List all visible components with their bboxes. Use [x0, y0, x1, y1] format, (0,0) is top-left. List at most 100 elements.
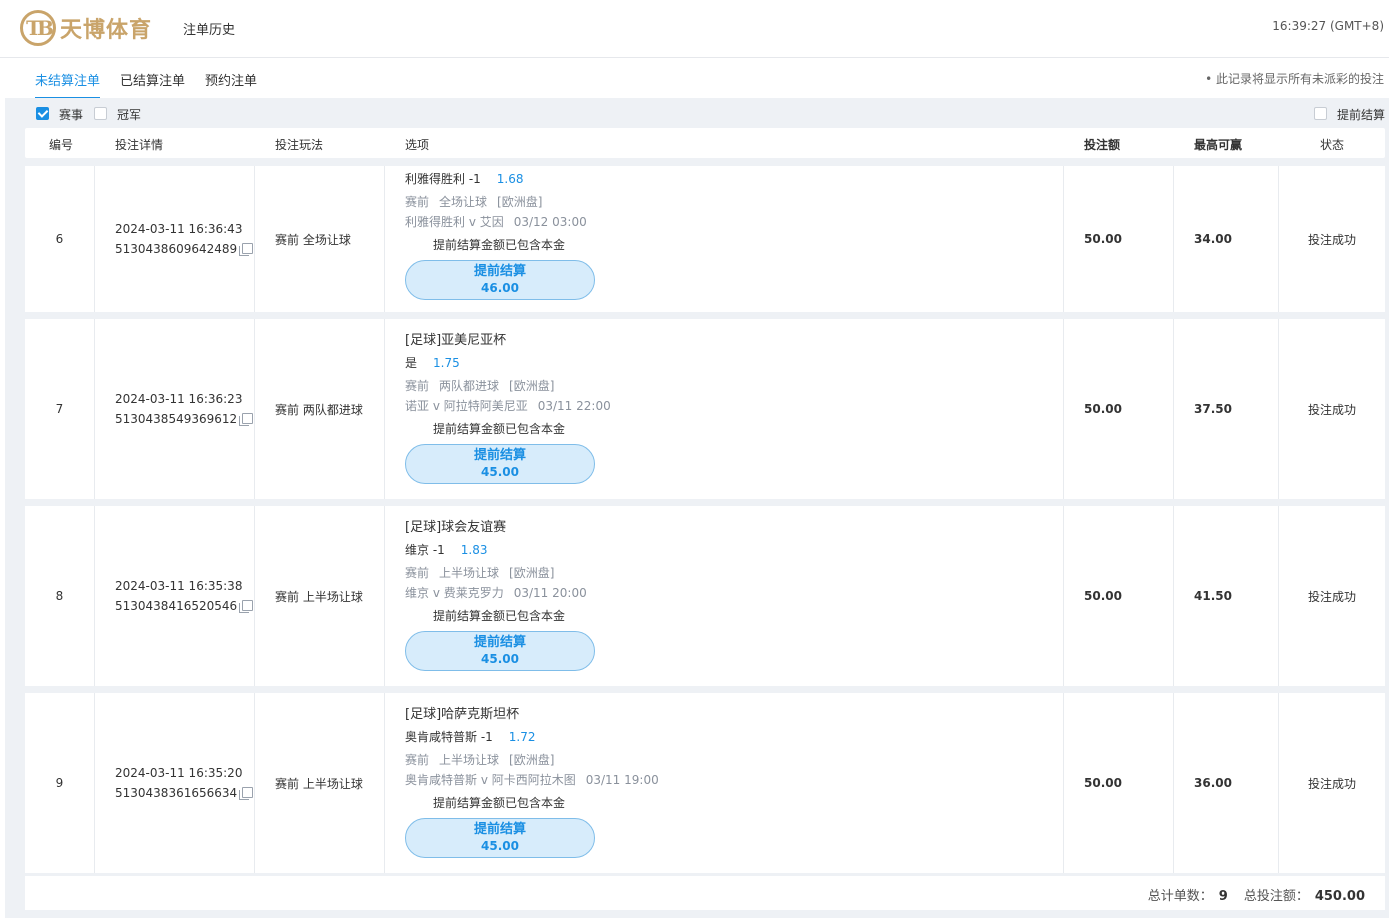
- bet-id: 6: [25, 166, 95, 312]
- col-status: 状态: [1320, 138, 1345, 152]
- bet-time: 2024-03-11 16:36:43: [115, 222, 243, 236]
- col-id: 编号: [49, 138, 74, 152]
- bet-time: 2024-03-11 16:35:38: [115, 579, 243, 593]
- bet-row: 9 2024-03-11 16:35:20 5130438361656634 赛…: [25, 693, 1385, 873]
- match-line: 奥肯咸特普斯 v 阿卡西阿拉木图 03/11 19:00: [405, 770, 1063, 790]
- bet-stake: 50.00: [1064, 166, 1174, 312]
- tab-unsettled[interactable]: 未结算注单: [35, 70, 101, 99]
- cashout-button[interactable]: 提前结算 46.00: [405, 260, 595, 300]
- brand-logo[interactable]: TB 天博体育: [20, 8, 152, 48]
- match-line: 维京 v 费莱克罗力 03/11 20:00: [405, 583, 1063, 603]
- match-line: 诺亚 v 阿拉特阿美尼亚 03/11 22:00: [405, 396, 1063, 416]
- nav-bet-history[interactable]: 注单历史: [183, 19, 235, 38]
- cashout-label: 提前结算: [473, 822, 526, 837]
- outright-checkbox[interactable]: [94, 107, 107, 120]
- league: [足球]亚美尼亚杯: [405, 333, 507, 348]
- match: 诺亚 v 阿拉特阿美尼亚: [405, 399, 528, 413]
- bet-stake: 50.00: [1064, 506, 1174, 686]
- bet-selection-cell: [足球]球会友谊赛 维京 -1 1.83 赛前 上半场让球 [欧洲盘] 维京 v 费莱…: [385, 506, 1064, 686]
- bet-ref: 5130438361656634: [115, 786, 238, 800]
- match: 维京 v 费莱克罗力: [405, 586, 504, 600]
- market-line: 赛前 上半场让球 [欧洲盘]: [405, 750, 1063, 770]
- bet-ref-line: 5130438549369612: [115, 409, 254, 429]
- bet-selection-cell: [足球]亚美尼亚杯 是 1.75 赛前 两队都进球 [欧洲盘] 诺亚 v 阿拉特阿美尼…: [385, 319, 1064, 499]
- bet-ref-line: 5130438609642489: [115, 239, 254, 259]
- summary-footer: 总计单数： 9 总投注额： 450.00: [25, 876, 1385, 910]
- tabs-note: • 此记录将显示所有未派彩的投注: [1205, 72, 1384, 86]
- early-cashout-label: 提前结算: [1337, 108, 1386, 122]
- odds-format: [欧洲盘]: [509, 753, 555, 767]
- bet-ref-line: 5130438361656634: [115, 783, 254, 803]
- bet-ref: 5130438609642489: [115, 242, 238, 256]
- bet-ref: 5130438549369612: [115, 412, 238, 426]
- table-header: 编号 投注详情 投注玩法 选项 投注额 最高可赢 状态: [25, 128, 1385, 158]
- selection: 是: [405, 356, 418, 370]
- market-type: 上半场让球: [439, 566, 500, 580]
- summary-text: 总计单数： 9 总投注额： 450.00: [1148, 885, 1365, 904]
- outright-checkbox-label: 冠军: [117, 108, 142, 122]
- logo-mark-icon: TB: [20, 10, 56, 46]
- col-bet-type: 投注玩法: [275, 138, 324, 152]
- cashout-button[interactable]: 提前结算 45.00: [405, 631, 595, 671]
- bet-status: 投注成功: [1307, 232, 1356, 247]
- cashout-label: 提前结算: [473, 264, 526, 279]
- copy-icon[interactable]: [239, 600, 254, 613]
- bet-type: 赛前 上半场让球: [255, 506, 385, 686]
- bet-max-win: 34.00: [1174, 166, 1279, 312]
- bet-type: 赛前 上半场让球: [255, 693, 385, 873]
- col-selection: 选项: [405, 138, 430, 152]
- cashout-note: 提前结算金额已包含本金: [433, 796, 566, 810]
- market-line: 赛前 两队都进球 [欧洲盘]: [405, 376, 1063, 396]
- logo-text: 天博体育: [60, 18, 153, 43]
- tab-reserved[interactable]: 预约注单: [205, 70, 257, 97]
- odds: 1.72: [508, 730, 536, 744]
- bet-detail: 2024-03-11 16:36:43 5130438609642489: [95, 166, 255, 312]
- tab-settled[interactable]: 已结算注单: [120, 70, 185, 97]
- cashout-button[interactable]: 提前结算 45.00: [405, 444, 595, 484]
- cashout-value: 45.00: [481, 839, 519, 853]
- total-stake-label: 总投注额：: [1243, 889, 1309, 904]
- market: 赛前: [405, 566, 430, 580]
- match-time: 03/11 19:00: [585, 773, 659, 787]
- market: 赛前: [405, 379, 430, 393]
- bet-detail: 2024-03-11 16:35:38 5130438416520546: [95, 506, 255, 686]
- total-count: 9: [1218, 889, 1228, 904]
- bet-max-win: 36.00: [1174, 693, 1279, 873]
- copy-icon[interactable]: [239, 413, 254, 426]
- cashout-note: 提前结算金额已包含本金: [433, 422, 566, 436]
- cashout-note: 提前结算金额已包含本金: [433, 609, 566, 623]
- total-stake: 450.00: [1314, 889, 1365, 904]
- match-time: 03/12 03:00: [513, 215, 587, 229]
- bet-tabs: 未结算注单 已结算注单 预约注单 • 此记录将显示所有未派彩的投注: [0, 58, 1389, 99]
- odds: 1.75: [433, 356, 460, 370]
- cashout-label: 提前结算: [473, 635, 526, 650]
- bet-status: 投注成功: [1307, 589, 1356, 604]
- bet-type: 赛前 全场让球: [255, 166, 385, 312]
- bet-time: 2024-03-11 16:36:23: [115, 392, 243, 406]
- copy-icon[interactable]: [239, 787, 254, 800]
- market-type: 全场让球: [439, 195, 488, 209]
- bet-row: 6 2024-03-11 16:36:43 5130438609642489 赛…: [25, 166, 1385, 312]
- top-bar: TB 天博体育 注单历史 16:39:27 (GMT+8): [0, 0, 1389, 58]
- bet-row: 8 2024-03-11 16:35:38 5130438416520546 赛…: [25, 506, 1385, 686]
- cashout-note: 提前结算金额已包含本金: [433, 238, 566, 252]
- odds-format: [欧洲盘]: [497, 195, 543, 209]
- filter-bar: 赛事 冠军 提前结算: [5, 98, 1389, 128]
- odds: 1.68: [496, 172, 524, 186]
- early-cashout-checkbox[interactable]: [1314, 107, 1327, 120]
- copy-icon[interactable]: [239, 243, 254, 256]
- selection-line: 是 1.75: [405, 353, 1063, 373]
- league: [足球]球会友谊赛: [405, 520, 507, 535]
- match-time: 03/11 22:00: [537, 399, 611, 413]
- selection-line: 奥肯咸特普斯 -1 1.72: [405, 727, 1063, 747]
- events-checkbox-label: 赛事: [59, 108, 84, 122]
- bet-id: 7: [25, 319, 95, 499]
- match-time: 03/11 20:00: [513, 586, 587, 600]
- market-line: 赛前 全场让球 [欧洲盘]: [405, 192, 1063, 212]
- cashout-button[interactable]: 提前结算 45.00: [405, 818, 595, 858]
- cashout-value: 45.00: [481, 652, 519, 666]
- events-checkbox[interactable]: [36, 107, 49, 120]
- bet-row: 7 2024-03-11 16:36:23 5130438549369612 赛…: [25, 319, 1385, 499]
- bet-detail: 2024-03-11 16:36:23 5130438549369612: [95, 319, 255, 499]
- col-max-win: 最高可赢: [1194, 138, 1243, 152]
